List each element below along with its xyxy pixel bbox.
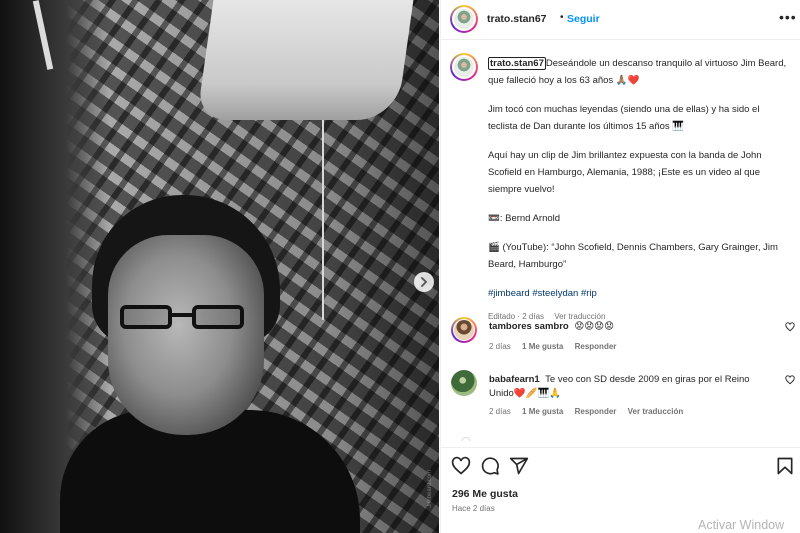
header-username[interactable]: trato.stan67 (487, 13, 547, 25)
comment-icon[interactable] (480, 456, 500, 476)
photo-face (108, 235, 264, 435)
post-caption: trato.stan67 Deseándole un descanso tranq… (488, 55, 788, 325)
hashtag-link[interactable]: #jimbeard (488, 288, 530, 299)
like-count[interactable]: 296 Me gusta (452, 488, 518, 500)
photo-wire (322, 120, 324, 320)
photo-portrait (60, 195, 360, 533)
comment-likes[interactable]: 1 Me gusta (522, 342, 563, 351)
hashtag-link[interactable]: #rip (581, 288, 597, 299)
caption-paragraph-4: 📼: Bernd Arnold (488, 213, 561, 224)
share-icon[interactable] (509, 456, 529, 476)
post-photo[interactable]: Jimbeard.com (0, 0, 439, 533)
caption-avatar[interactable] (450, 53, 478, 81)
comment-meta: 2 días 1 Me gusta Responder Ver traducci… (489, 407, 692, 416)
caption-paragraph-2: Jim tocó con muchas leyendas (siendo una… (488, 104, 760, 132)
hashtag-link[interactable]: #steelydan (532, 288, 578, 299)
windows-activation-watermark: Activar Window (698, 518, 785, 532)
caption-paragraph-3: Aquí hay un clip de Jim brillantez expue… (488, 150, 762, 195)
avatar[interactable] (451, 370, 477, 396)
next-photo-button[interactable] (414, 272, 434, 292)
hashtags: #jimbeard #steelydan #rip (488, 285, 788, 302)
reply-button[interactable]: Responder (575, 342, 617, 351)
comment-body: 😟😟😟😟 (574, 321, 614, 332)
comments-scroll-area[interactable]: trato.stan67 Deseándole un descanso tranq… (441, 41, 800, 441)
avatar[interactable] (450, 5, 478, 33)
comment-meta: 2 días 1 Me gusta Responder (489, 342, 625, 351)
photo-credit: Jimbeard.com (427, 470, 433, 508)
see-translation-link[interactable]: Ver traducción (628, 407, 684, 416)
post-timestamp[interactable]: Hace 2 días (452, 504, 495, 513)
post-header: trato.stan67 • Seguir ••• (441, 0, 800, 40)
photo-lens-right (192, 305, 244, 329)
heart-icon[interactable] (785, 375, 795, 385)
comment-time: 2 días (489, 342, 511, 351)
separator-dot: • (560, 12, 564, 23)
avatar[interactable] (451, 317, 477, 343)
comment-username[interactable]: tambores sambro (489, 321, 569, 332)
post-side-panel: trato.stan67 • Seguir ••• trato.stan67 De… (440, 0, 800, 533)
comment-text: tambores sambro 😟😟😟😟 (489, 320, 771, 334)
reply-button[interactable]: Responder (575, 407, 617, 416)
comment-username[interactable]: babafearn1 (489, 374, 540, 385)
photo-lamp (196, 0, 414, 120)
comment-time: 2 días (489, 407, 511, 416)
more-options-icon[interactable]: ••• (779, 9, 797, 25)
bookmark-icon[interactable] (775, 456, 795, 476)
photo-glasses-bridge (170, 313, 194, 317)
comment-likes[interactable]: 1 Me gusta (522, 407, 563, 416)
photo-lens-left (120, 305, 172, 329)
comment-text: babafearn1 Te veo con SD desde 2009 en g… (489, 373, 771, 401)
caption-username[interactable]: trato.stan67 (488, 57, 546, 70)
heart-icon[interactable] (451, 456, 471, 476)
caption-paragraph-5: 🎬 (YouTube): “John Scofield, Dennis Cham… (488, 242, 778, 270)
follow-button[interactable]: Seguir (567, 13, 600, 25)
heart-icon[interactable] (785, 322, 795, 332)
photo-glasses (120, 305, 250, 331)
chevron-right-icon (421, 277, 427, 287)
post-actions (441, 447, 800, 483)
loading-spinner-icon (461, 437, 471, 441)
